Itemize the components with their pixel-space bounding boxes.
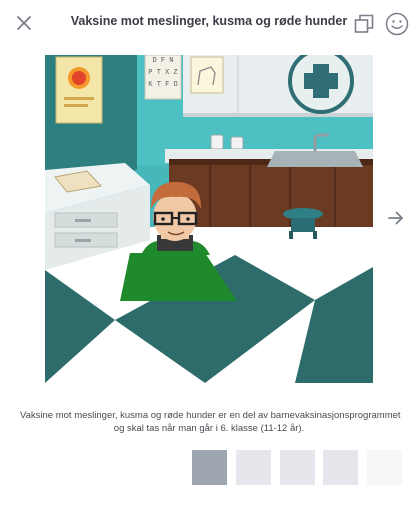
slide-caption: Vaksine mot meslinger, kusma og røde hun… bbox=[20, 410, 401, 435]
progress-step-3[interactable] bbox=[280, 450, 315, 485]
progress-step-4[interactable] bbox=[323, 450, 358, 485]
fruit-poster bbox=[55, 56, 103, 124]
duplicate-button[interactable] bbox=[352, 12, 376, 36]
progress-step-2[interactable] bbox=[236, 450, 271, 485]
slide-progress bbox=[0, 450, 418, 486]
caption-line-1: Vaksine mot meslinger, kusma og røde hun… bbox=[20, 410, 401, 421]
page-title: Vaksine mot meslinger, kusma og røde hun… bbox=[70, 14, 348, 28]
horse-drawing bbox=[190, 56, 224, 94]
eye-chart-line-1: D F N bbox=[152, 57, 173, 65]
clinic-illustration: D F N P T X Z K T F O bbox=[45, 55, 373, 383]
close-icon bbox=[17, 16, 31, 30]
caption-line-2: og skal tas når man går i 6. klasse (11-… bbox=[113, 422, 305, 434]
progress-step-1[interactable] bbox=[192, 450, 227, 485]
counter-cabinets bbox=[169, 159, 373, 229]
copy-icon bbox=[354, 14, 374, 33]
progress-step-5[interactable] bbox=[367, 450, 402, 485]
eye-chart-line-3: K T F O bbox=[148, 81, 177, 89]
top-bar: Vaksine mot meslinger, kusma og røde hun… bbox=[0, 0, 418, 44]
smiley-icon bbox=[385, 12, 409, 36]
eye-chart-line-2: P T X Z bbox=[148, 69, 177, 77]
sink bbox=[267, 151, 363, 167]
jar bbox=[210, 134, 224, 150]
arrow-right-icon bbox=[388, 211, 403, 225]
next-button[interactable] bbox=[385, 207, 407, 229]
close-button[interactable] bbox=[13, 12, 35, 34]
feedback-button[interactable] bbox=[384, 11, 410, 37]
jar bbox=[230, 136, 244, 150]
